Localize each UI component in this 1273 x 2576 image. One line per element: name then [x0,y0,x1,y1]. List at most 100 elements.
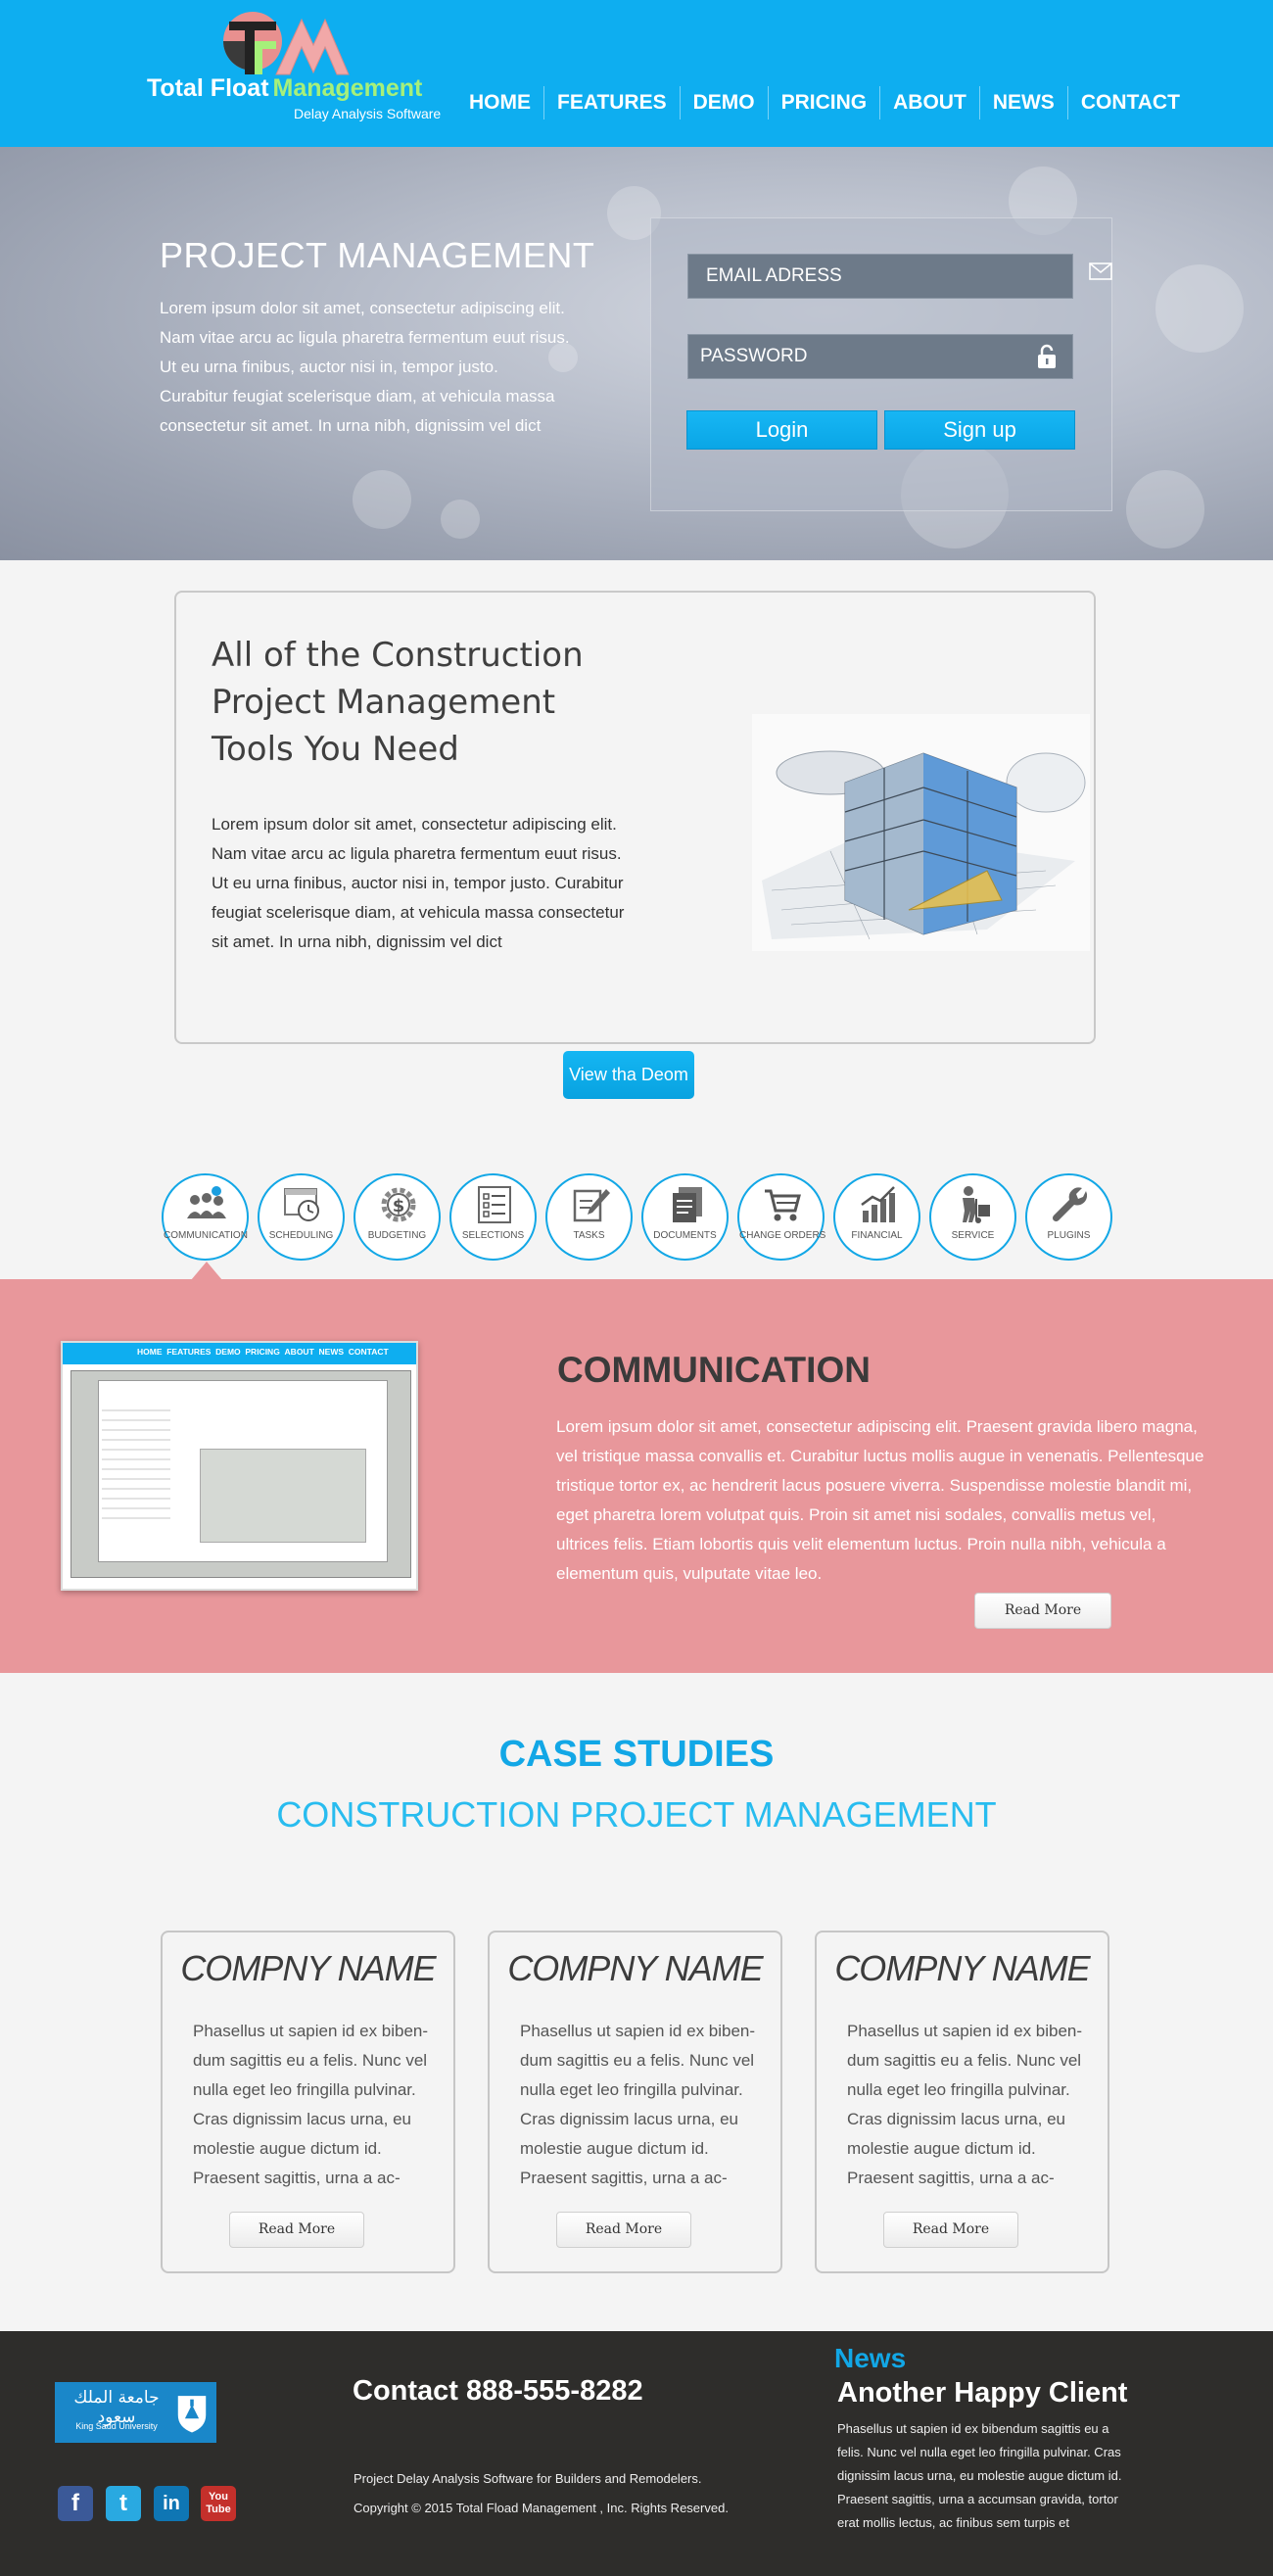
news-text: Phasellus ut sapien id ex bibendum sagit… [837,2421,1122,2530]
footer-copyright: Copyright © 2015 Total Fload Management … [354,2501,729,2515]
worker-dolly-icon [963,1186,990,1223]
case-text: Phasellus ut sapien id ex biben-dum sagi… [193,2022,429,2187]
feature-financial[interactable]: FINANCIAL [833,1173,920,1261]
screenshot-form-grid [200,1449,366,1543]
feature-selections[interactable]: SELECTIONS [449,1173,537,1261]
login-form: EMAIL ADRESS PASSWORD Login Sign up [650,217,1112,511]
screenshot-nav: HOME FEATURES DEMO PRICING ABOUT NEWS CO… [137,1347,389,1357]
news-label[interactable]: News [834,2343,906,2374]
feature-tasks[interactable]: TASKS [545,1173,633,1261]
contact-phone[interactable]: Contact 888-555-8282 [353,2375,643,2408]
facebook-icon: f [71,2490,79,2516]
building-illustration [752,714,1090,951]
calendar-clock-icon [284,1188,319,1221]
case-card: COMPNY NAME Phasellus ut sapien id ex bi… [488,1931,782,2273]
icon-label: BUDGETING [367,1230,427,1241]
feature-icon-row: COMMUNICATION SCHEDULING $ BUDGETING SEL… [162,1173,1112,1262]
university-name-english: King Saud University [75,2421,158,2431]
news-title[interactable]: Another Happy Client [837,2377,1127,2409]
nav-contact[interactable]: CONTACT [1066,86,1193,119]
icon-label: SCHEDULING [268,1230,334,1241]
feature-communication[interactable]: COMMUNICATION [162,1173,249,1261]
icon-label: TASKS [573,1230,605,1241]
university-crest-icon [177,2396,207,2433]
feature-service[interactable]: SERVICE [929,1173,1016,1261]
case-card: COMPNY NAME Phasellus ut sapien id ex bi… [161,1931,455,2273]
nav-pricing[interactable]: PRICING [767,86,880,119]
youtube-button[interactable]: You Tube [201,2486,236,2521]
twitter-button[interactable]: t [106,2486,141,2521]
nav-features[interactable]: FEATURES [543,86,680,119]
case-text: Phasellus ut sapien id ex biben-dum sagi… [847,2022,1083,2187]
case-card: COMPNY NAME Phasellus ut sapien id ex bi… [815,1931,1109,2273]
nav-news[interactable]: NEWS [978,86,1067,119]
feature-budgeting[interactable]: $ BUDGETING [354,1173,441,1261]
logo-subtitle: Delay Analysis Software [294,106,442,121]
icon-label: PLUGINS [1047,1230,1091,1241]
icon-label: COMMUNICATION [164,1230,248,1241]
login-button[interactable]: Login [686,410,877,450]
documents-icon [673,1187,702,1222]
footer-tagline: Project Delay Analysis Software for Buil… [354,2471,702,2486]
read-more-button[interactable]: Read More [883,2212,1018,2248]
feature-scheduling[interactable]: SCHEDULING [258,1173,345,1261]
main-nav: HOME FEATURES DEMO PRICING ABOUT NEWS CO… [456,86,1193,119]
dollar-gear-icon: $ [381,1187,416,1222]
case-studies-subtitle: CONSTRUCTION PROJECT MANAGEMENT [276,1794,997,1835]
communication-screenshot: HOME FEATURES DEMO PRICING ABOUT NEWS CO… [61,1341,418,1591]
university-logo[interactable]: جامعة الملك سعود King Saud University [55,2382,216,2443]
icon-label: FINANCIAL [851,1230,903,1241]
logo[interactable]: Total Float Management Delay Analysis Sof… [147,12,441,124]
nav-demo[interactable]: DEMO [679,86,768,119]
linkedin-icon: in [163,2493,180,2514]
lock-icon [1038,344,1056,368]
password-field[interactable]: PASSWORD [687,334,1073,379]
communication-title: COMMUNICATION [557,1350,871,1390]
feature-documents[interactable]: DOCUMENTS [641,1173,729,1261]
view-demo-button[interactable]: View tha Deom [563,1051,694,1099]
people-chat-icon [187,1186,226,1218]
feature-plugins[interactable]: PLUGINS [1025,1173,1112,1261]
building-blueprint-image [752,714,1090,951]
read-more-button[interactable]: Read More [229,2212,364,2248]
feature-title: All of the Construction Project Manageme… [212,636,584,769]
page: Total Float Management Delay Analysis Sof… [0,0,1273,2576]
feature-change-orders[interactable]: CHANGE ORDERS [737,1173,825,1261]
feature-text: Lorem ipsum dolor sit amet, consectetur … [212,815,625,951]
communication-text: Lorem ipsum dolor sit amet, consectetur … [556,1417,1204,1583]
screenshot-sidebar [102,1402,170,1519]
notepad-pencil-icon [573,1189,610,1222]
case-studies-title: CASE STUDIES [498,1734,775,1775]
screenshot-header: HOME FEATURES DEMO PRICING ABOUT NEWS CO… [63,1343,416,1364]
read-more-button[interactable]: Read More [556,2212,691,2248]
logo-title: Total Float Management [147,74,423,102]
bokeh-decoration [1126,470,1204,549]
facebook-button[interactable]: f [58,2486,93,2521]
shopping-cart-icon [765,1189,801,1221]
company-name: COMPNY NAME [180,1948,436,1988]
hero-section: PROJECT MANAGEMENT Lorem ipsum dolor sit… [0,147,1273,560]
linkedin-button[interactable]: in [154,2486,189,2521]
hero-title: PROJECT MANAGEMENT [160,235,595,275]
nav-about[interactable]: ABOUT [879,86,979,119]
signup-button[interactable]: Sign up [884,410,1075,450]
checklist-icon [478,1186,511,1223]
icon-label: SERVICE [951,1230,995,1241]
communication-section: HOME FEATURES DEMO PRICING ABOUT NEWS CO… [0,1279,1273,1673]
read-more-button[interactable]: Read More [974,1593,1111,1629]
hero-text: Lorem ipsum dolor sit amet, consectetur … [160,299,570,435]
site-footer: جامعة الملك سعود King Saud University f … [0,2331,1273,2576]
bokeh-decoration [1155,264,1244,353]
nav-home[interactable]: HOME [456,86,543,119]
case-text: Phasellus ut sapien id ex biben-dum sagi… [520,2022,756,2187]
wrench-icon [1052,1187,1088,1222]
email-field[interactable]: EMAIL ADRESS [687,254,1073,299]
envelope-icon [1089,262,1112,280]
bokeh-decoration [441,500,480,539]
logo-title-accent: Management [272,74,423,102]
icon-label: CHANGE ORDERS [739,1230,826,1241]
company-name: COMPNY NAME [507,1948,763,1988]
bokeh-decoration [353,470,411,529]
tfm-logo-icon [223,12,350,75]
icon-label: SELECTIONS [461,1230,525,1241]
